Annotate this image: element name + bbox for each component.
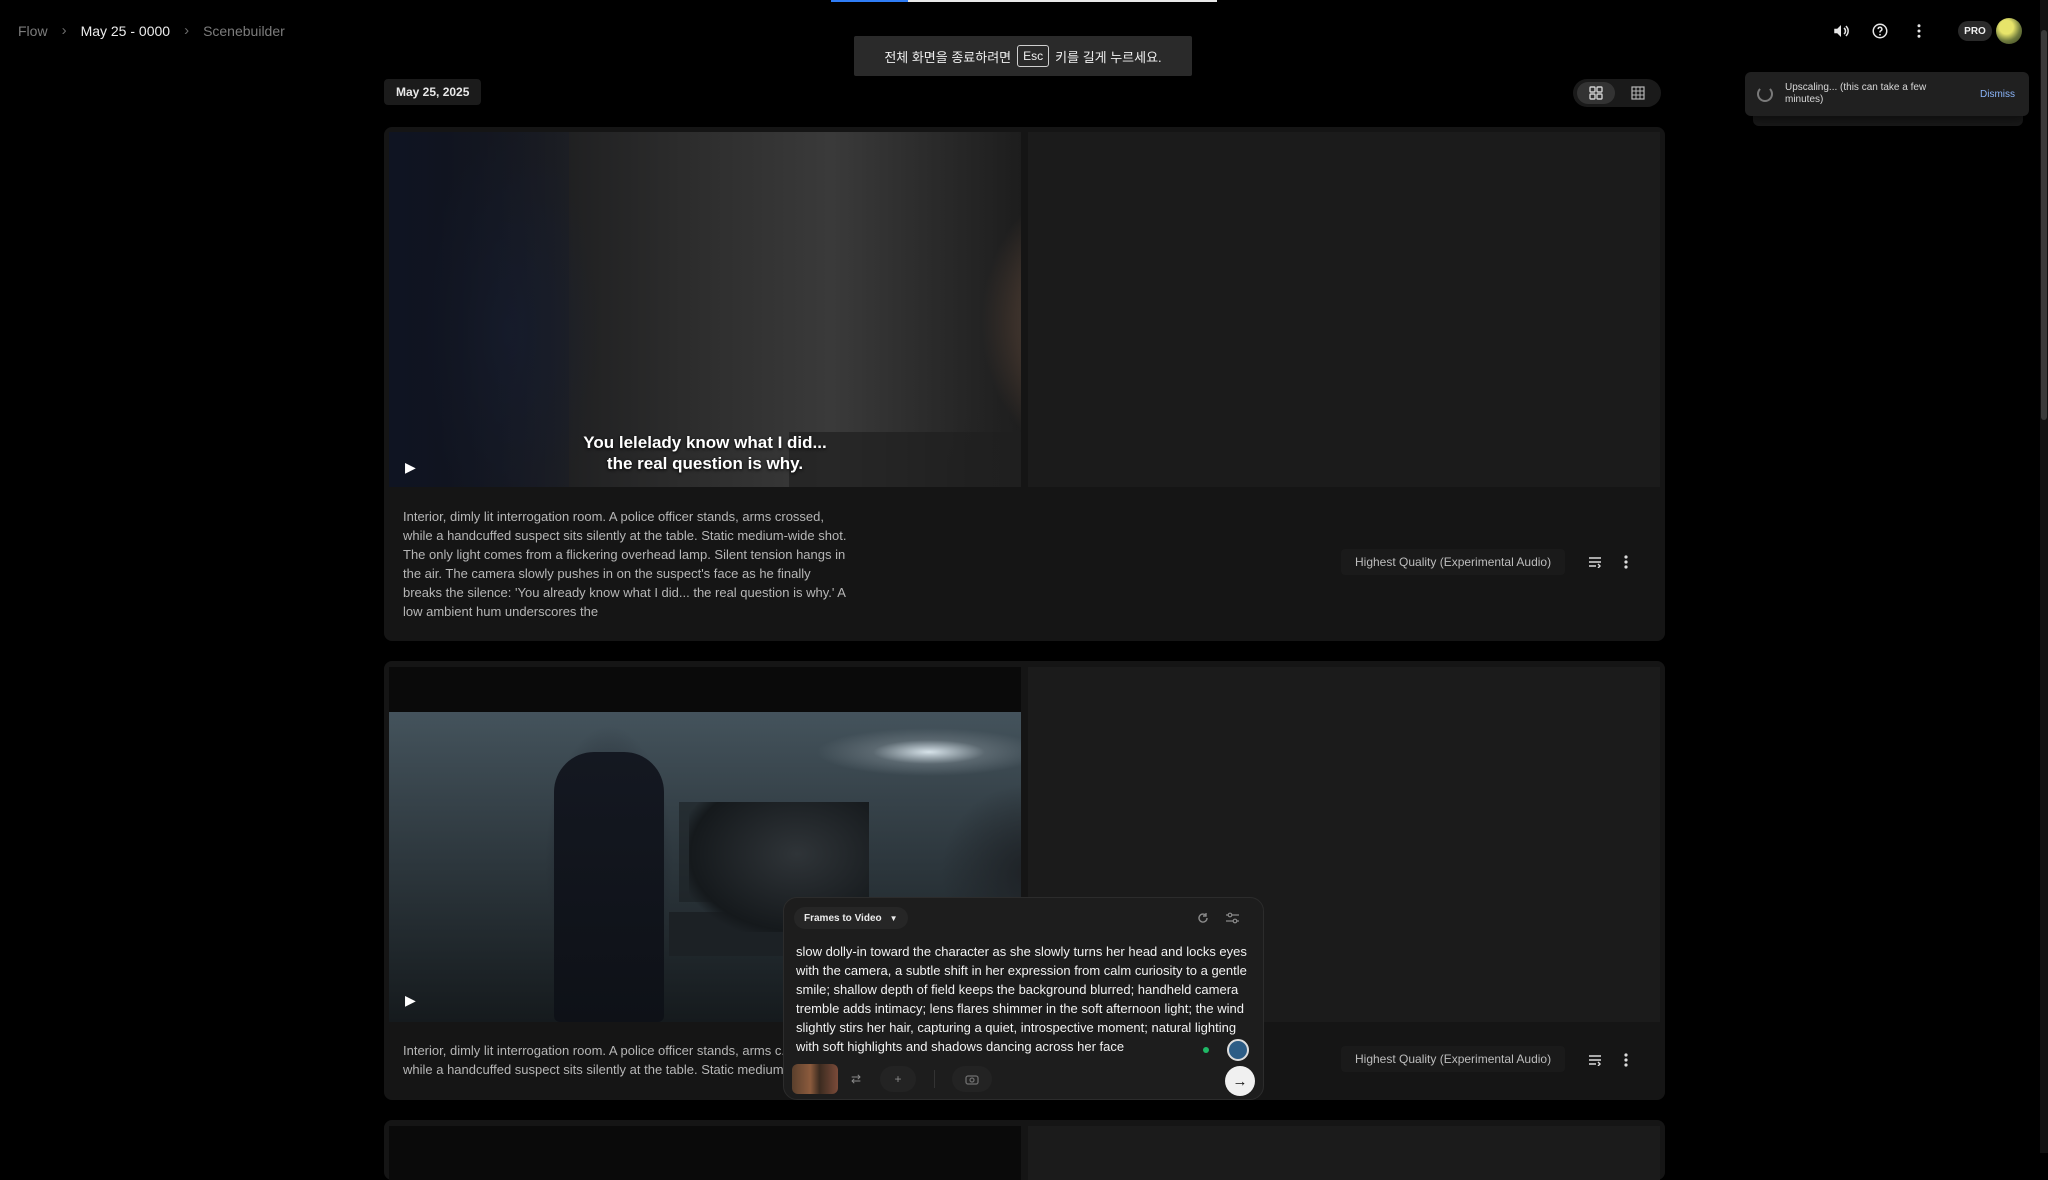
video-thumbnail[interactable]: You lelelady know what I did... the real… <box>389 132 1021 487</box>
empty-slot <box>1028 1126 1660 1180</box>
progress-fill <box>831 0 908 2</box>
fullscreen-exit-notice: 전체 화면을 종료하려면 Esc 키를 길게 누르세요. <box>854 36 1192 76</box>
reuse-prompt-icon[interactable] <box>1585 1050 1605 1070</box>
video-thumbnail[interactable] <box>389 1126 1021 1180</box>
status-dot <box>1203 1047 1209 1053</box>
notice-text-before: 전체 화면을 종료하려면 <box>884 49 1012 65</box>
esc-key-label: Esc <box>1017 45 1050 67</box>
spinner-icon <box>1757 86 1773 102</box>
breadcrumb: Flow › May 25 - 0000 › Scenebuilder <box>18 22 285 39</box>
send-button[interactable]: → <box>1225 1066 1255 1096</box>
notice-text-after: 키를 길게 누르세요. <box>1055 49 1162 65</box>
clip-description: Interior, dimly lit interrogation room. … <box>403 1043 793 1077</box>
prompt-input[interactable]: slow dolly-in toward the character as sh… <box>796 942 1256 1056</box>
chevron-right-icon: › <box>61 22 67 39</box>
prompt-panel: Frames to Video ▼ slow dolly-in toward t… <box>783 897 1264 1100</box>
breadcrumb-project[interactable]: May 25 - 0000 <box>81 23 171 39</box>
quality-badge: Highest Quality (Experimental Audio) <box>1341 549 1566 575</box>
enhance-icon[interactable] <box>1227 1039 1249 1061</box>
frame-thumbnails[interactable] <box>792 1064 838 1094</box>
play-icon[interactable]: ▶ <box>405 459 416 476</box>
reset-icon[interactable] <box>1192 907 1214 929</box>
upscaling-toast: Upscaling... (this can take a few minute… <box>1745 72 2029 116</box>
chevron-down-icon: ▼ <box>889 913 898 923</box>
dismiss-button[interactable]: Dismiss <box>1980 89 2015 100</box>
scrollbar-thumb[interactable] <box>2041 30 2047 420</box>
help-icon[interactable] <box>1866 17 1894 45</box>
play-icon[interactable]: ▶ <box>405 992 416 1009</box>
toast-shadow <box>1753 116 2023 126</box>
chevron-right-icon: › <box>184 22 190 39</box>
mode-label: Frames to Video <box>804 912 882 924</box>
camera-icon[interactable] <box>952 1066 992 1092</box>
officer-figure <box>554 752 664 1022</box>
date-chip: May 25, 2025 <box>384 79 482 105</box>
letterbox-top <box>389 667 1021 712</box>
quality-badge: Highest Quality (Experimental Audio) <box>1341 1046 1566 1072</box>
settings-sliders-icon[interactable] <box>1221 907 1243 929</box>
avatar[interactable] <box>1996 18 2022 44</box>
breadcrumb-scenebuilder[interactable]: Scenebuilder <box>203 23 285 39</box>
divider <box>934 1070 935 1088</box>
pro-badge: PRO <box>1958 21 1992 41</box>
volume-icon[interactable] <box>1827 17 1855 45</box>
toast-text: Upscaling... (this can take a few minute… <box>1785 82 1927 105</box>
empty-slot <box>1028 132 1660 487</box>
add-frame-icon[interactable]: + <box>880 1066 916 1092</box>
breadcrumb-flow[interactable]: Flow <box>18 23 48 39</box>
caption-line-2: the real question is why. <box>606 454 804 473</box>
mode-selector[interactable]: Frames to Video ▼ <box>794 907 908 929</box>
more-vert-icon[interactable] <box>1616 552 1636 572</box>
more-vert-icon[interactable] <box>1905 17 1933 45</box>
grid-view-icon[interactable] <box>1577 82 1615 104</box>
clip-description: Interior, dimly lit interrogation room. … <box>403 509 847 619</box>
dense-grid-icon[interactable] <box>1619 82 1657 104</box>
swap-icon[interactable]: ⇄ <box>845 1068 867 1090</box>
caption-line-1: You lelelady know what I did... <box>583 433 827 452</box>
reuse-prompt-icon[interactable] <box>1585 552 1605 572</box>
view-toggle <box>1573 79 1661 107</box>
clip-card <box>384 1120 1665 1180</box>
more-vert-icon[interactable] <box>1616 1050 1636 1070</box>
clip-card: You lelelady know what I did... the real… <box>384 127 1665 641</box>
video-caption: You lelelady know what I did... the real… <box>539 432 871 474</box>
